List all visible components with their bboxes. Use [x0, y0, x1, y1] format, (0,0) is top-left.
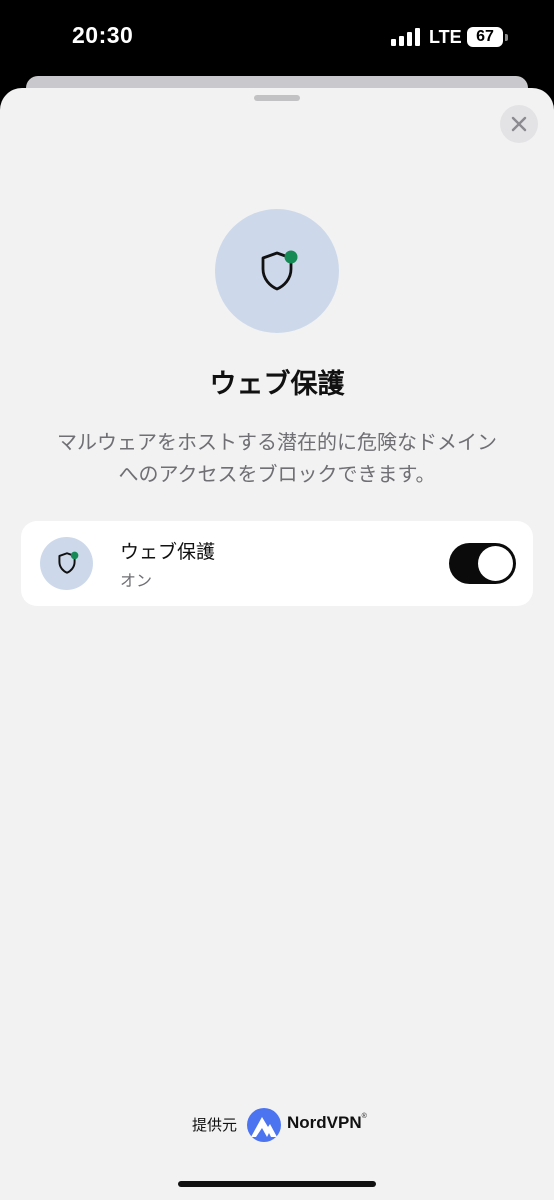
nordvpn-logo-icon: [247, 1108, 281, 1142]
page-description: マルウェアをホストする潜在的に危険なドメイン へのアクセスをブロックできます。: [20, 426, 534, 490]
provided-by-label: 提供元: [192, 1116, 238, 1134]
cellular-signal-icon: [391, 28, 421, 46]
setting-label: ウェブ保護: [120, 541, 216, 563]
web-protection-sheet: ウェブ保護 マルウェアをホストする潜在的に危険なドメイン へのアクセスをブロック…: [0, 88, 554, 1200]
status-bar: 20:30 LTE 67: [0, 0, 554, 76]
sheet-grabber[interactable]: [254, 95, 300, 101]
trademark-symbol: ®: [361, 1113, 367, 1120]
close-button[interactable]: [500, 105, 538, 143]
hero-shield-badge: [215, 209, 339, 333]
brand-name: NordVPN®: [287, 1113, 367, 1132]
provider-footer: 提供元 NordVPN®: [0, 1108, 554, 1142]
battery-icon: 67: [467, 27, 503, 47]
web-protection-toggle[interactable]: [449, 543, 516, 584]
status-time: 20:30: [72, 22, 134, 48]
description-line-2: へのアクセスをブロックできます。: [118, 462, 436, 486]
network-type: LTE: [429, 27, 462, 47]
close-icon: [511, 116, 527, 132]
battery-nub: [505, 34, 508, 41]
home-indicator[interactable]: [178, 1181, 376, 1187]
toggle-knob: [478, 546, 513, 581]
web-protection-setting-card: ウェブ保護 オン: [21, 521, 533, 606]
shield-icon: [58, 551, 79, 574]
shield-icon: [261, 250, 298, 291]
page-title: ウェブ保護: [209, 369, 345, 400]
description-line-1: マルウェアをホストする潜在的に危険なドメイン: [57, 430, 497, 454]
setting-icon-badge: [40, 537, 93, 590]
setting-status: オン: [120, 571, 153, 590]
